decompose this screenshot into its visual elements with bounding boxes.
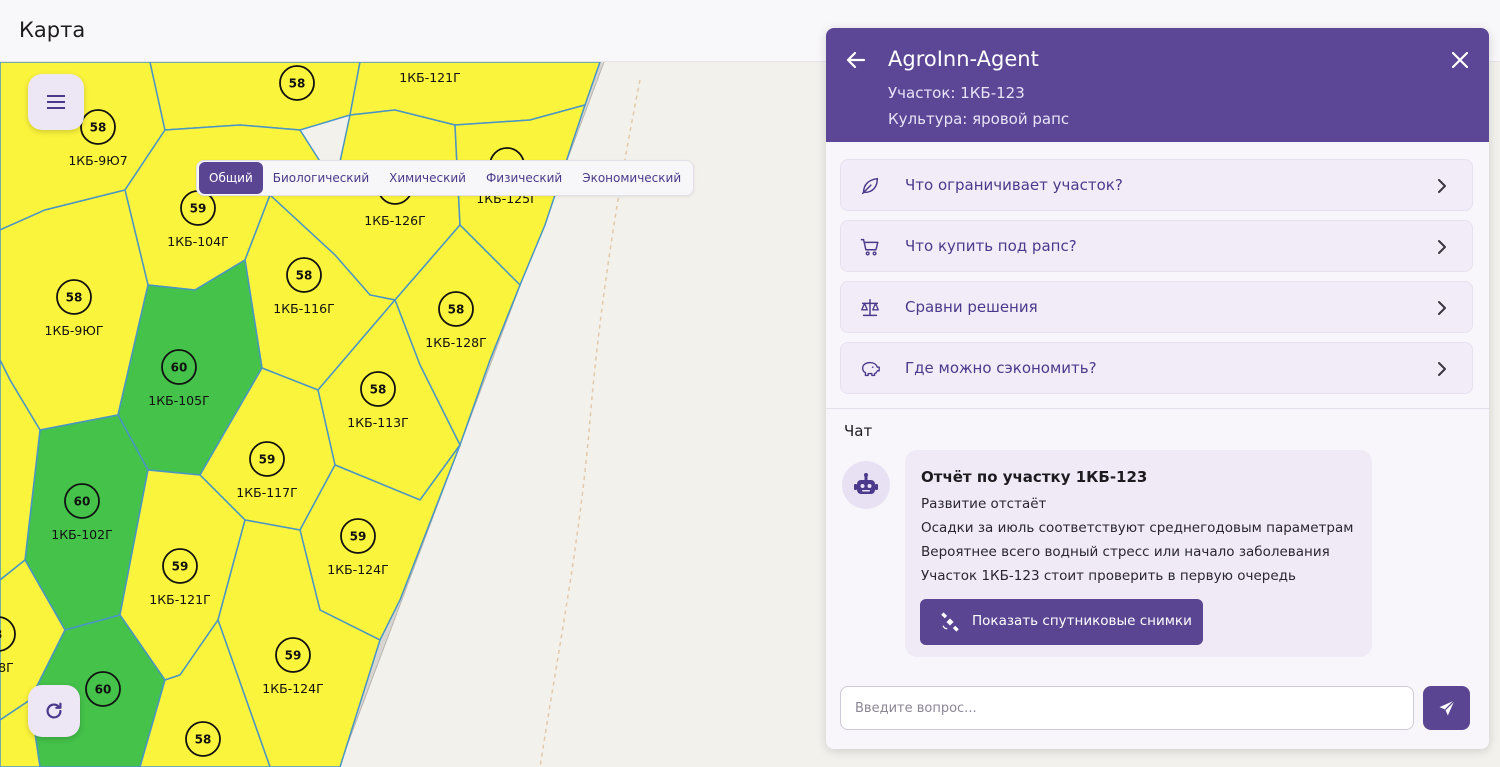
parcel-label: 1КБ-124Г bbox=[262, 681, 323, 696]
tab-physical[interactable]: Физический bbox=[476, 162, 572, 194]
parcel-label: 1КБ-117Г bbox=[236, 485, 297, 500]
parcel-top58[interactable] bbox=[149, 62, 361, 131]
parcel-score: 59 bbox=[190, 202, 207, 216]
agent-header: AgroInn-Agent Участок: 1КБ-123 Культура:… bbox=[826, 28, 1489, 142]
parcel-score: 58 bbox=[289, 77, 306, 91]
leaf-icon bbox=[861, 177, 879, 195]
parcel-score: 58 bbox=[66, 291, 83, 305]
divider bbox=[826, 408, 1489, 409]
show-satellite-button[interactable]: Показать спутниковые снимки bbox=[920, 599, 1203, 645]
parcel-score: 59 bbox=[259, 453, 276, 467]
scales-icon bbox=[861, 299, 879, 317]
satellite-icon bbox=[941, 612, 959, 632]
agent-title: AgroInn-Agent bbox=[888, 47, 1039, 71]
quick-action-save[interactable]: Где можно сэкономить? bbox=[840, 342, 1473, 394]
parcel-label: 1КБ-104Г bbox=[167, 234, 228, 249]
quick-action-label: Что купить под рапс? bbox=[905, 237, 1077, 255]
parcel-label: 138Г bbox=[0, 660, 14, 675]
send-icon bbox=[1439, 700, 1455, 716]
tab-chemical[interactable]: Химический bbox=[379, 162, 476, 194]
refresh-icon bbox=[46, 702, 62, 719]
quick-action-label: Что ограничивает участок? bbox=[905, 176, 1123, 194]
parcel-label: 1КБ-9Ю7 bbox=[68, 153, 127, 168]
chat-label: Чат bbox=[844, 422, 873, 440]
parcel-label: 1КБ-128Г bbox=[425, 335, 486, 350]
parcel-label: 1КБ-105Г bbox=[148, 393, 209, 408]
parcel-score: 58 bbox=[195, 733, 212, 747]
layer-tabs: Общий Биологический Химический Физически… bbox=[196, 160, 695, 196]
robot-icon bbox=[854, 473, 878, 494]
parcel-score: 58 bbox=[448, 303, 465, 317]
message-line: Осадки за июль соответствуют среднегодов… bbox=[921, 520, 1354, 536]
send-button[interactable] bbox=[1423, 686, 1470, 730]
question-input[interactable] bbox=[840, 686, 1414, 730]
parcel-label: 1КБ-126Г bbox=[364, 213, 425, 228]
message-line: Вероятнее всего водный стресс или начало… bbox=[921, 544, 1330, 560]
tab-general[interactable]: Общий bbox=[199, 162, 263, 194]
tab-biological[interactable]: Биологический bbox=[263, 162, 379, 194]
bot-message: Отчёт по участку 1КБ-123 Развитие отстаё… bbox=[905, 450, 1372, 657]
quick-action-compare[interactable]: Сравни решения bbox=[840, 281, 1473, 333]
parcel-label: 1КБ-102Г bbox=[51, 527, 112, 542]
refresh-button[interactable] bbox=[28, 685, 80, 737]
parcel-score: 58 bbox=[90, 121, 107, 135]
show-satellite-label: Показать спутниковые снимки bbox=[972, 613, 1192, 629]
parcel-score: 60 bbox=[74, 495, 91, 509]
parcel-score: 58 bbox=[296, 269, 313, 283]
menu-button[interactable] bbox=[28, 74, 84, 130]
chevron-right-icon bbox=[1438, 179, 1446, 193]
agent-crop: Культура: яровой рапс bbox=[888, 110, 1070, 128]
parcel-score: 59 bbox=[172, 560, 189, 574]
close-icon[interactable] bbox=[1448, 48, 1472, 72]
piggy-bank-icon bbox=[861, 361, 880, 377]
agent-panel: AgroInn-Agent Участок: 1КБ-123 Культура:… bbox=[826, 28, 1489, 749]
parcel-label: 1КБ-113Г bbox=[347, 415, 408, 430]
parcel-label: 1КБ-121Г bbox=[399, 70, 460, 85]
quick-action-label: Сравни решения bbox=[905, 298, 1038, 316]
back-arrow-icon[interactable] bbox=[844, 48, 868, 72]
parcel-score: 60 bbox=[171, 361, 188, 375]
parcel-score: 58 bbox=[370, 383, 387, 397]
parcel-label: 1КБ-9ЮГ bbox=[45, 323, 104, 338]
cart-icon bbox=[860, 238, 879, 256]
chevron-right-icon bbox=[1438, 240, 1446, 254]
agent-plot: Участок: 1КБ-123 bbox=[888, 84, 1025, 102]
parcel-score: 59 bbox=[285, 649, 302, 663]
message-line: Участок 1КБ-123 стоит проверить в первую… bbox=[921, 568, 1296, 584]
quick-action-buy[interactable]: Что купить под рапс? bbox=[840, 220, 1473, 272]
parcel-label: 1КБ-124Г bbox=[327, 562, 388, 577]
bot-avatar bbox=[842, 461, 890, 509]
parcel-label: 1КБ-121Г bbox=[149, 592, 210, 607]
tab-economic[interactable]: Экономический bbox=[572, 162, 691, 194]
parcel-score: 60 bbox=[95, 683, 112, 697]
quick-action-limits[interactable]: Что ограничивает участок? bbox=[840, 159, 1473, 211]
chevron-right-icon bbox=[1438, 362, 1446, 376]
hamburger-icon bbox=[47, 95, 65, 109]
parcel-score: 59 bbox=[350, 530, 367, 544]
message-title: Отчёт по участку 1КБ-123 bbox=[921, 468, 1148, 486]
message-line: Развитие отстаёт bbox=[921, 496, 1047, 512]
page-title: Карта bbox=[19, 18, 86, 42]
parcel-score: 8 bbox=[0, 628, 2, 642]
chevron-right-icon bbox=[1438, 301, 1446, 315]
quick-action-label: Где можно сэкономить? bbox=[905, 359, 1097, 377]
parcel-label: 1КБ-116Г bbox=[273, 301, 334, 316]
